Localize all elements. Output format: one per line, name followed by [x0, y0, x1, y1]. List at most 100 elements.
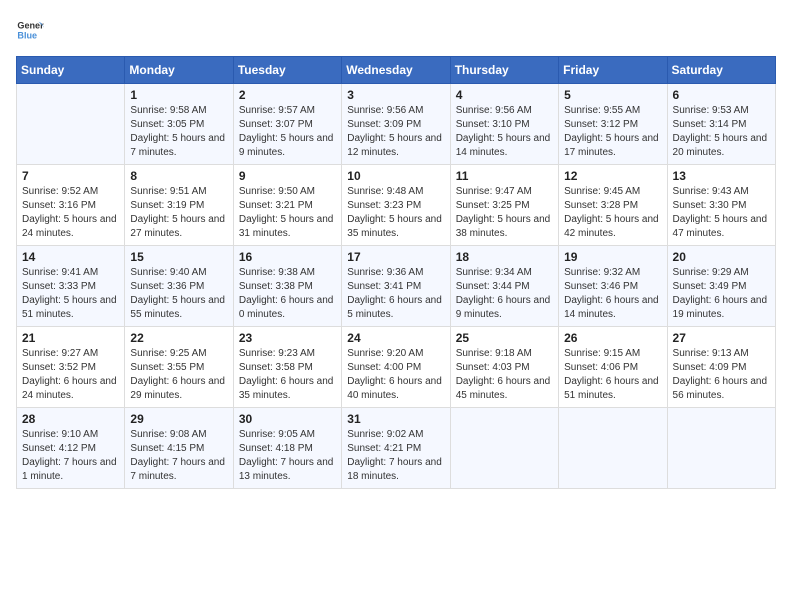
day-number: 1 [130, 88, 227, 102]
day-info: Sunrise: 9:51 AMSunset: 3:19 PMDaylight:… [130, 185, 227, 241]
logo-icon: General Blue [16, 16, 44, 44]
header-sunday: Sunday [17, 57, 125, 84]
calendar-cell: 9 Sunrise: 9:50 AMSunset: 3:21 PMDaylight… [233, 165, 341, 246]
day-number: 14 [22, 250, 119, 264]
calendar-cell: 15 Sunrise: 9:40 AMSunset: 3:36 PMDayligh… [125, 246, 233, 327]
calendar-cell: 22 Sunrise: 9:25 AMSunset: 3:55 PMDayligh… [125, 327, 233, 408]
calendar-table: SundayMondayTuesdayWednesdayThursdayFrid… [16, 56, 776, 489]
day-info: Sunrise: 9:48 AMSunset: 3:23 PMDaylight:… [347, 185, 444, 241]
day-number: 27 [673, 331, 770, 345]
header-friday: Friday [559, 57, 667, 84]
day-number: 29 [130, 412, 227, 426]
calendar-cell: 21 Sunrise: 9:27 AMSunset: 3:52 PMDayligh… [17, 327, 125, 408]
calendar-cell: 8 Sunrise: 9:51 AMSunset: 3:19 PMDaylight… [125, 165, 233, 246]
day-number: 4 [456, 88, 553, 102]
calendar-cell: 31 Sunrise: 9:02 AMSunset: 4:21 PMDayligh… [342, 408, 450, 489]
day-number: 25 [456, 331, 553, 345]
calendar-cell: 5Sunrise: 9:55 AMSunset: 3:12 PMDaylight… [559, 84, 667, 165]
day-info: Sunrise: 9:58 AMSunset: 3:05 PMDaylight:… [130, 104, 227, 160]
day-number: 12 [564, 169, 661, 183]
logo: General Blue [16, 16, 44, 44]
header-wednesday: Wednesday [342, 57, 450, 84]
day-number: 2 [239, 88, 336, 102]
day-number: 22 [130, 331, 227, 345]
day-info: Sunrise: 9:25 AMSunset: 3:55 PMDaylight:… [130, 347, 227, 403]
day-info: Sunrise: 9:02 AMSunset: 4:21 PMDaylight:… [347, 428, 444, 484]
day-number: 8 [130, 169, 227, 183]
day-info: Sunrise: 9:15 AMSunset: 4:06 PMDaylight:… [564, 347, 661, 403]
calendar-cell: 27 Sunrise: 9:13 AMSunset: 4:09 PMDayligh… [667, 327, 775, 408]
calendar-header-row: SundayMondayTuesdayWednesdayThursdayFrid… [17, 57, 776, 84]
day-info: Sunrise: 9:36 AMSunset: 3:41 PMDaylight:… [347, 266, 444, 322]
day-number: 7 [22, 169, 119, 183]
day-info: Sunrise: 9:55 AMSunset: 3:12 PMDaylight:… [564, 104, 661, 160]
calendar-week-3: 21 Sunrise: 9:27 AMSunset: 3:52 PMDayligh… [17, 327, 776, 408]
day-number: 9 [239, 169, 336, 183]
day-number: 6 [673, 88, 770, 102]
calendar-week-1: 7Sunrise: 9:52 AMSunset: 3:16 PMDaylight… [17, 165, 776, 246]
calendar-cell: 4 Sunrise: 9:56 AMSunset: 3:10 PMDaylight… [450, 84, 558, 165]
header-tuesday: Tuesday [233, 57, 341, 84]
calendar-cell: 3 Sunrise: 9:56 AMSunset: 3:09 PMDaylight… [342, 84, 450, 165]
header-monday: Monday [125, 57, 233, 84]
calendar-week-0: 1 Sunrise: 9:58 AMSunset: 3:05 PMDaylight… [17, 84, 776, 165]
calendar-cell: 1 Sunrise: 9:58 AMSunset: 3:05 PMDaylight… [125, 84, 233, 165]
header-thursday: Thursday [450, 57, 558, 84]
day-number: 31 [347, 412, 444, 426]
calendar-cell: 23Sunrise: 9:23 AMSunset: 3:58 PMDayligh… [233, 327, 341, 408]
calendar-cell: 7Sunrise: 9:52 AMSunset: 3:16 PMDaylight… [17, 165, 125, 246]
day-number: 13 [673, 169, 770, 183]
calendar-cell [17, 84, 125, 165]
day-number: 20 [673, 250, 770, 264]
day-info: Sunrise: 9:53 AMSunset: 3:14 PMDaylight:… [673, 104, 770, 160]
calendar-cell: 16 Sunrise: 9:38 AMSunset: 3:38 PMDayligh… [233, 246, 341, 327]
day-info: Sunrise: 9:38 AMSunset: 3:38 PMDaylight:… [239, 266, 336, 322]
calendar-cell: 18Sunrise: 9:34 AMSunset: 3:44 PMDayligh… [450, 246, 558, 327]
calendar-cell: 12 Sunrise: 9:45 AMSunset: 3:28 PMDayligh… [559, 165, 667, 246]
day-number: 16 [239, 250, 336, 264]
day-info: Sunrise: 9:32 AMSunset: 3:46 PMDaylight:… [564, 266, 661, 322]
day-info: Sunrise: 9:56 AMSunset: 3:09 PMDaylight:… [347, 104, 444, 160]
day-number: 17 [347, 250, 444, 264]
day-number: 26 [564, 331, 661, 345]
day-info: Sunrise: 9:34 AMSunset: 3:44 PMDaylight:… [456, 266, 553, 322]
day-number: 10 [347, 169, 444, 183]
day-info: Sunrise: 9:13 AMSunset: 4:09 PMDaylight:… [673, 347, 770, 403]
day-number: 19 [564, 250, 661, 264]
day-number: 21 [22, 331, 119, 345]
day-info: Sunrise: 9:57 AMSunset: 3:07 PMDaylight:… [239, 104, 336, 160]
day-number: 24 [347, 331, 444, 345]
day-info: Sunrise: 9:23 AMSunset: 3:58 PMDaylight:… [239, 347, 336, 403]
calendar-cell: 20 Sunrise: 9:29 AMSunset: 3:49 PMDayligh… [667, 246, 775, 327]
day-info: Sunrise: 9:18 AMSunset: 4:03 PMDaylight:… [456, 347, 553, 403]
calendar-cell: 10 Sunrise: 9:48 AMSunset: 3:23 PMDayligh… [342, 165, 450, 246]
day-info: Sunrise: 9:29 AMSunset: 3:49 PMDaylight:… [673, 266, 770, 322]
day-info: Sunrise: 9:43 AMSunset: 3:30 PMDaylight:… [673, 185, 770, 241]
calendar-cell: 17 Sunrise: 9:36 AMSunset: 3:41 PMDayligh… [342, 246, 450, 327]
day-number: 3 [347, 88, 444, 102]
calendar-cell: 11Sunrise: 9:47 AMSunset: 3:25 PMDayligh… [450, 165, 558, 246]
calendar-week-2: 14 Sunrise: 9:41 AMSunset: 3:33 PMDayligh… [17, 246, 776, 327]
calendar-cell: 25 Sunrise: 9:18 AMSunset: 4:03 PMDayligh… [450, 327, 558, 408]
svg-text:Blue: Blue [17, 30, 37, 40]
header-saturday: Saturday [667, 57, 775, 84]
day-info: Sunrise: 9:45 AMSunset: 3:28 PMDaylight:… [564, 185, 661, 241]
calendar-cell: 26 Sunrise: 9:15 AMSunset: 4:06 PMDayligh… [559, 327, 667, 408]
day-info: Sunrise: 9:05 AMSunset: 4:18 PMDaylight:… [239, 428, 336, 484]
day-info: Sunrise: 9:40 AMSunset: 3:36 PMDaylight:… [130, 266, 227, 322]
calendar-cell: 30Sunrise: 9:05 AMSunset: 4:18 PMDayligh… [233, 408, 341, 489]
calendar-cell [450, 408, 558, 489]
calendar-cell: 24Sunrise: 9:20 AMSunset: 4:00 PMDayligh… [342, 327, 450, 408]
day-info: Sunrise: 9:27 AMSunset: 3:52 PMDaylight:… [22, 347, 119, 403]
day-number: 15 [130, 250, 227, 264]
calendar-cell: 2 Sunrise: 9:57 AMSunset: 3:07 PMDaylight… [233, 84, 341, 165]
calendar-cell [559, 408, 667, 489]
day-info: Sunrise: 9:10 AMSunset: 4:12 PMDaylight:… [22, 428, 119, 484]
calendar-cell: 6 Sunrise: 9:53 AMSunset: 3:14 PMDaylight… [667, 84, 775, 165]
day-info: Sunrise: 9:41 AMSunset: 3:33 PMDaylight:… [22, 266, 119, 322]
day-info: Sunrise: 9:08 AMSunset: 4:15 PMDaylight:… [130, 428, 227, 484]
day-info: Sunrise: 9:56 AMSunset: 3:10 PMDaylight:… [456, 104, 553, 160]
day-number: 28 [22, 412, 119, 426]
day-info: Sunrise: 9:50 AMSunset: 3:21 PMDaylight:… [239, 185, 336, 241]
calendar-cell: 29 Sunrise: 9:08 AMSunset: 4:15 PMDayligh… [125, 408, 233, 489]
